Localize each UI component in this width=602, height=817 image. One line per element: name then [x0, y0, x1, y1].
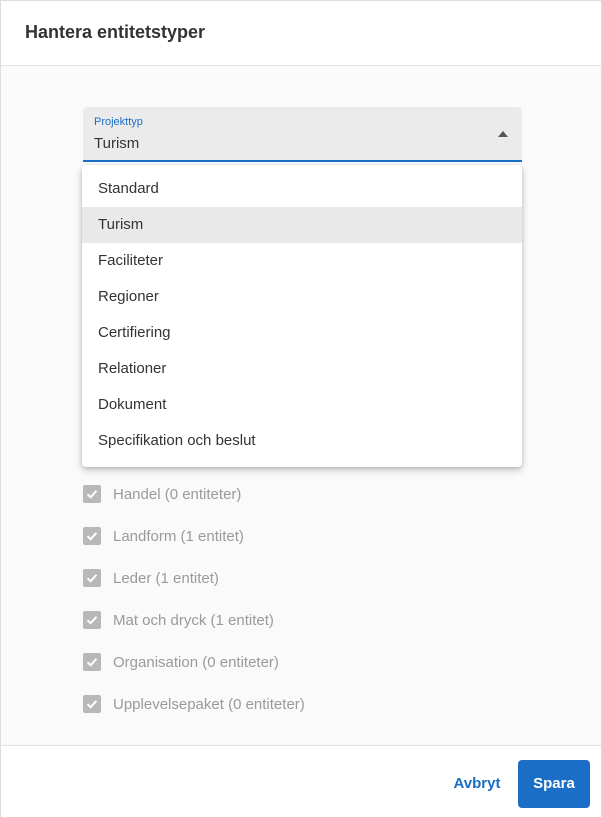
project-type-value: Turism: [94, 135, 140, 152]
checkmark-icon: [86, 490, 98, 499]
project-type-label: Projekttyp: [94, 116, 143, 128]
entity-checkbox[interactable]: [83, 611, 101, 629]
menu-item-certifiering[interactable]: Certifiering: [82, 315, 522, 351]
entity-checkbox[interactable]: [83, 485, 101, 503]
entity-checkbox[interactable]: [83, 653, 101, 671]
checkmark-icon: [86, 574, 98, 583]
entity-type-label: Handel (0 entiteter): [113, 485, 242, 503]
entity-checkbox[interactable]: [83, 695, 101, 713]
menu-item-dokument[interactable]: Dokument: [82, 387, 522, 423]
checkmark-icon: [86, 658, 98, 667]
entity-checkbox[interactable]: [83, 569, 101, 587]
checkmark-icon: [86, 700, 98, 709]
menu-item-regioner[interactable]: Regioner: [82, 279, 522, 315]
menu-item-specifikation[interactable]: Specifikation och beslut: [82, 423, 522, 459]
entity-type-label: Landform (1 entitet): [113, 527, 244, 545]
menu-item-relationer[interactable]: Relationer: [82, 351, 522, 387]
save-button[interactable]: Spara: [518, 760, 590, 808]
entity-type-label: Mat och dryck (1 entitet): [113, 611, 274, 629]
menu-item-faciliteter[interactable]: Faciliteter: [82, 243, 522, 279]
project-type-select[interactable]: Projekttyp Turism: [83, 107, 522, 162]
cancel-button[interactable]: Avbryt: [445, 760, 509, 808]
entity-type-row: Mat och dryck (1 entitet): [83, 599, 523, 641]
entity-type-list: Handel (0 entiteter) Landform (1 entitet…: [83, 473, 523, 725]
checkmark-icon: [86, 616, 98, 625]
dialog-title: Hantera entitetstyper: [25, 22, 206, 42]
entity-type-row: Landform (1 entitet): [83, 515, 523, 557]
entity-checkbox[interactable]: [83, 527, 101, 545]
manage-entity-types-dialog: Hantera entitetstyper Projekttyp Turism …: [0, 0, 602, 817]
entity-type-row: Upplevelsepaket (0 entiteter): [83, 683, 523, 725]
arrow-up-icon: [498, 131, 508, 137]
menu-item-turism[interactable]: Turism: [82, 207, 522, 243]
entity-type-row: Organisation (0 entiteter): [83, 641, 523, 683]
entity-type-label: Upplevelsepaket (0 entiteter): [113, 695, 305, 713]
checkmark-icon: [86, 532, 98, 541]
dialog-header: Hantera entitetstyper: [1, 1, 601, 66]
entity-type-label: Leder (1 entitet): [113, 569, 219, 587]
entity-type-label: Organisation (0 entiteter): [113, 653, 279, 671]
menu-item-standard[interactable]: Standard: [82, 171, 522, 207]
project-type-menu: Standard Turism Faciliteter Regioner Cer…: [82, 165, 522, 467]
entity-type-row: Handel (0 entiteter): [83, 473, 523, 515]
dialog-footer: Avbryt Spara: [1, 745, 601, 817]
entity-type-row: Leder (1 entitet): [83, 557, 523, 599]
